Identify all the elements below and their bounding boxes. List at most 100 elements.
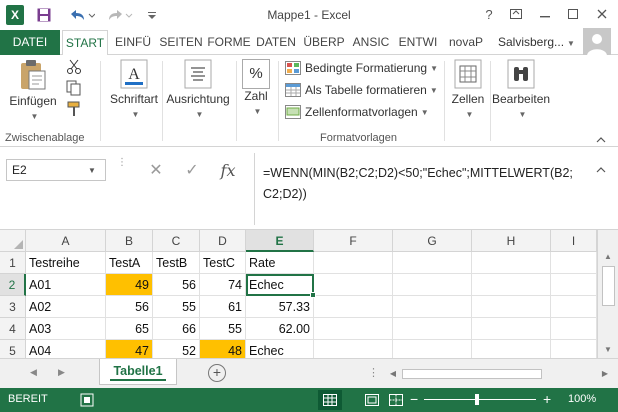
cell-d2[interactable]: 74: [200, 274, 246, 296]
scroll-left-icon[interactable]: ◀: [386, 366, 400, 382]
tab-page-layout[interactable]: SEITEN: [158, 30, 204, 55]
row-header-3[interactable]: 3: [0, 296, 26, 318]
zoom-in-icon[interactable]: +: [543, 391, 551, 407]
cells-button[interactable]: Zellen ▼: [448, 59, 488, 120]
column-header-i[interactable]: I: [551, 230, 597, 252]
tab-start[interactable]: START: [62, 30, 108, 56]
cell-styles-button[interactable]: Zellenformatvorlagen ▼: [285, 105, 429, 119]
cell-i1[interactable]: [551, 252, 597, 274]
cell-f2[interactable]: [314, 274, 393, 296]
cell-c2[interactable]: 56: [153, 274, 200, 296]
cell-g5[interactable]: [393, 340, 472, 358]
collapse-ribbon-icon[interactable]: [596, 135, 606, 146]
cell-d5[interactable]: 48: [200, 340, 246, 358]
tab-formulas[interactable]: FORME: [206, 30, 252, 55]
help-icon[interactable]: ?: [476, 3, 502, 25]
format-as-table-button[interactable]: Als Tabelle formatieren ▼: [285, 83, 438, 97]
cell-g1[interactable]: [393, 252, 472, 274]
add-sheet-icon[interactable]: +: [208, 364, 226, 382]
maximize-button[interactable]: [560, 3, 586, 25]
ribbon-display-options-icon[interactable]: [503, 3, 529, 25]
font-button[interactable]: A Schriftart ▼: [106, 59, 162, 120]
cell-a3[interactable]: A02: [26, 296, 106, 318]
cell-b4[interactable]: 65: [106, 318, 153, 340]
cell-d3[interactable]: 61: [200, 296, 246, 318]
alignment-button[interactable]: Ausrichtung ▼: [163, 59, 233, 120]
row-header-1[interactable]: 1: [0, 252, 26, 274]
column-header-d[interactable]: D: [200, 230, 246, 252]
cell-h4[interactable]: [472, 318, 551, 340]
close-button[interactable]: [589, 3, 615, 25]
column-header-c[interactable]: C: [153, 230, 200, 252]
macro-recording-icon[interactable]: [80, 393, 94, 407]
zoom-level[interactable]: 100%: [568, 393, 596, 405]
cell-e5[interactable]: Echec: [246, 340, 314, 358]
zoom-slider-thumb[interactable]: [475, 394, 479, 405]
save-icon[interactable]: [36, 5, 52, 25]
vertical-scroll-thumb[interactable]: [602, 266, 615, 306]
column-header-g[interactable]: G: [393, 230, 472, 252]
row-header-4[interactable]: 4: [0, 318, 26, 340]
cell-g4[interactable]: [393, 318, 472, 340]
format-painter-button[interactable]: [64, 101, 84, 120]
cell-f4[interactable]: [314, 318, 393, 340]
select-all-button[interactable]: [0, 230, 26, 252]
horizontal-scroll-thumb[interactable]: [402, 369, 542, 379]
cancel-entry-icon[interactable]: ✕: [138, 160, 174, 180]
cell-g3[interactable]: [393, 296, 472, 318]
worksheet-grid[interactable]: A B C D E F G H I 1 Testreihe TestA TestB TestC Rate 2 A…: [0, 230, 618, 358]
previous-sheet-icon[interactable]: ◀: [30, 367, 37, 378]
cut-button[interactable]: [64, 59, 84, 78]
cell-b3[interactable]: 56: [106, 296, 153, 318]
scroll-down-icon[interactable]: ▼: [598, 343, 618, 357]
vertical-scrollbar[interactable]: ▲ ▼: [597, 230, 618, 358]
cell-b2[interactable]: 49: [106, 274, 153, 296]
cell-e1[interactable]: Rate: [246, 252, 314, 274]
column-header-h[interactable]: H: [472, 230, 551, 252]
cell-a5[interactable]: A04: [26, 340, 106, 358]
tab-developer[interactable]: ENTWI: [395, 30, 441, 55]
avatar[interactable]: [583, 28, 611, 56]
redo-icon[interactable]: [106, 5, 134, 25]
cell-f3[interactable]: [314, 296, 393, 318]
tab-review[interactable]: ÜBERP: [301, 30, 347, 55]
tab-insert[interactable]: EINFÜ: [110, 30, 156, 55]
tab-file[interactable]: DATEI: [0, 30, 60, 55]
column-header-f[interactable]: F: [314, 230, 393, 252]
insert-function-icon[interactable]: fx: [210, 161, 246, 180]
cell-h2[interactable]: [472, 274, 551, 296]
cell-a2[interactable]: A01: [26, 274, 106, 296]
scroll-up-icon[interactable]: ▲: [598, 250, 618, 264]
zoom-out-icon[interactable]: −: [410, 391, 418, 407]
zoom-slider-track[interactable]: [424, 399, 536, 400]
cell-i2[interactable]: [551, 274, 597, 296]
cell-e2[interactable]: Echec: [246, 274, 314, 296]
cell-b5[interactable]: 47: [106, 340, 153, 358]
tab-data[interactable]: DATEN: [253, 30, 299, 55]
page-layout-view-icon[interactable]: [360, 390, 384, 410]
cell-f1[interactable]: [314, 252, 393, 274]
editing-button[interactable]: Bearbeiten ▼: [492, 59, 550, 120]
cell-f5[interactable]: [314, 340, 393, 358]
collapse-formula-bar-icon[interactable]: [596, 165, 606, 175]
cell-g2[interactable]: [393, 274, 472, 296]
row-header-5[interactable]: 5: [0, 340, 26, 358]
tab-split-handle-icon[interactable]: ⋮: [368, 366, 379, 379]
cell-d1[interactable]: TestC: [200, 252, 246, 274]
cell-c3[interactable]: 55: [153, 296, 200, 318]
cell-h5[interactable]: [472, 340, 551, 358]
cell-i5[interactable]: [551, 340, 597, 358]
column-header-a[interactable]: A: [26, 230, 106, 252]
fill-handle[interactable]: [310, 292, 316, 298]
cell-i3[interactable]: [551, 296, 597, 318]
horizontal-scrollbar[interactable]: ◀ ▶: [386, 366, 612, 382]
undo-icon[interactable]: [68, 5, 96, 25]
cell-c1[interactable]: TestB: [153, 252, 200, 274]
row-header-2[interactable]: 2: [0, 274, 26, 296]
page-break-view-icon[interactable]: [384, 390, 408, 410]
cell-c5[interactable]: 52: [153, 340, 200, 358]
sheet-tab-tabelle1[interactable]: Tabelle1: [99, 359, 177, 385]
cell-h1[interactable]: [472, 252, 551, 274]
column-header-b[interactable]: B: [106, 230, 153, 252]
normal-view-icon[interactable]: [318, 390, 342, 410]
